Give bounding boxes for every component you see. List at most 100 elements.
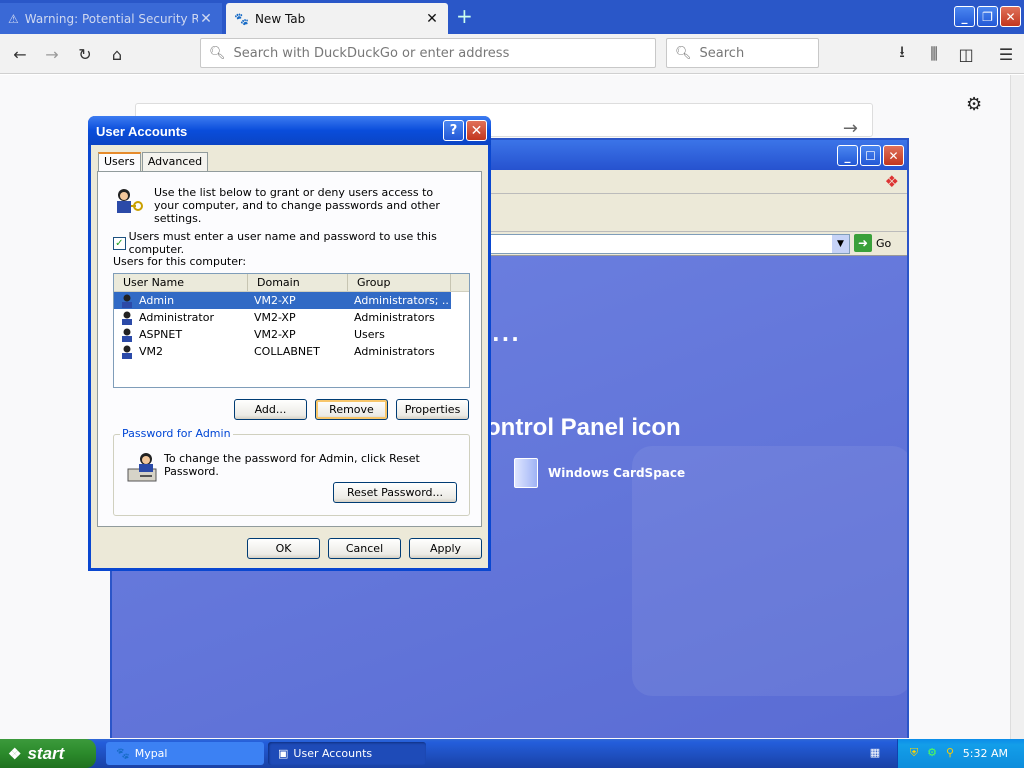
user-group: Administrators; ... bbox=[354, 294, 449, 307]
cp-maximize-button[interactable]: ☐ bbox=[860, 145, 881, 166]
search-icon: 🔍︎ bbox=[675, 45, 692, 61]
tab-label: New Tab bbox=[254, 11, 306, 26]
help-button[interactable]: ? bbox=[443, 120, 464, 141]
mypal-icon: 🐾 bbox=[116, 747, 130, 760]
col-user-name[interactable]: User Name bbox=[114, 274, 248, 291]
close-button[interactable]: ✕ bbox=[466, 120, 487, 141]
windows-logo-icon: ❖ bbox=[884, 172, 899, 191]
add-user-button[interactable]: Add... bbox=[234, 399, 307, 420]
go-arrow-icon: ➜ bbox=[854, 234, 872, 252]
user-accounts-dialog: User Accounts ? ✕ Users Advanced Use the… bbox=[88, 116, 491, 571]
minimize-button[interactable]: _ bbox=[954, 6, 975, 27]
user-group: Administrators bbox=[354, 311, 435, 324]
system-tray: ⛨ ⚙ ⚲ 5:32 AM bbox=[897, 739, 1024, 768]
user-domain: COLLABNET bbox=[254, 345, 320, 358]
user-icon bbox=[119, 311, 135, 325]
close-tab-icon[interactable]: ✕ bbox=[424, 11, 440, 27]
users-list[interactable]: User Name Domain Group Admin VM2-XP Admi… bbox=[113, 273, 470, 388]
chevron-down-icon[interactable]: ▼ bbox=[832, 235, 849, 253]
user-name: ASPNET bbox=[139, 328, 183, 341]
password-group-label: Password for Admin bbox=[120, 427, 233, 440]
search-bar[interactable]: 🔍︎ Search bbox=[666, 38, 819, 68]
reset-password-button[interactable]: Reset Password... bbox=[333, 482, 457, 503]
go-button[interactable]: ➜ Go bbox=[854, 234, 891, 252]
security-shield-icon[interactable]: ⛨ bbox=[907, 746, 921, 760]
new-tab-button[interactable]: + bbox=[456, 6, 473, 26]
forward-button[interactable]: → bbox=[40, 42, 64, 66]
clock: 5:32 AM bbox=[962, 747, 1008, 760]
cp-category-ellipsis: ... bbox=[492, 322, 521, 346]
dialog-title: User Accounts bbox=[88, 116, 491, 145]
dialog-tabs: Users Advanced bbox=[98, 152, 209, 172]
cp-address-input[interactable]: ▼ bbox=[490, 234, 850, 254]
user-domain: VM2-XP bbox=[254, 311, 296, 324]
menu-icon[interactable]: ☰ bbox=[994, 42, 1018, 66]
list-item[interactable]: Administrator VM2-XP Administrators bbox=[114, 309, 451, 326]
remove-user-button[interactable]: Remove bbox=[315, 399, 388, 420]
close-tab-icon[interactable]: ✕ bbox=[198, 11, 214, 27]
require-login-label: Users must enter a user name and passwor… bbox=[128, 230, 437, 256]
user-name: VM2 bbox=[139, 345, 164, 358]
require-login-checkbox[interactable]: ✓ Users must enter a user name and passw… bbox=[113, 230, 481, 256]
tab-new-tab[interactable]: 🐾 New Tab ✕ bbox=[226, 3, 448, 34]
search-icon[interactable]: ⚲ bbox=[943, 746, 957, 760]
search-placeholder: Search bbox=[699, 45, 745, 61]
restore-button[interactable]: ❐ bbox=[977, 6, 998, 27]
ok-button[interactable]: OK bbox=[247, 538, 320, 559]
go-label: Go bbox=[876, 236, 892, 250]
sidebar-icon[interactable]: ◫ bbox=[954, 42, 978, 66]
cp-minimize-button[interactable]: _ bbox=[837, 145, 858, 166]
cardspace-icon bbox=[514, 458, 538, 488]
back-button[interactable]: ← bbox=[8, 42, 32, 66]
arrow-right-icon[interactable]: → bbox=[843, 118, 858, 139]
user-group: Administrators bbox=[354, 345, 435, 358]
users-list-label: Users for this computer: bbox=[113, 255, 247, 268]
apply-button[interactable]: Apply bbox=[409, 538, 482, 559]
tab-security-warning[interactable]: ⚠ Warning: Potential Security Risk Ah ✕ bbox=[0, 3, 222, 34]
users-icon bbox=[117, 189, 143, 213]
user-icon bbox=[119, 294, 135, 308]
page-scrollbar[interactable] bbox=[1010, 75, 1024, 739]
network-icon[interactable]: ⚙ bbox=[925, 746, 939, 760]
tab-advanced[interactable]: Advanced bbox=[141, 152, 209, 172]
start-button[interactable]: ❖ start bbox=[0, 739, 96, 768]
keyboard-icon[interactable]: ▦ bbox=[868, 746, 882, 760]
taskbar-item-mypal[interactable]: 🐾 Mypal bbox=[106, 742, 264, 765]
taskbar-item-label: Mypal bbox=[134, 747, 168, 760]
cardspace-item[interactable]: Windows CardSpace bbox=[514, 458, 685, 488]
tab-users[interactable]: Users bbox=[98, 152, 141, 172]
windows-logo-icon: ❖ bbox=[8, 745, 22, 763]
list-item[interactable]: VM2 COLLABNET Administrators bbox=[114, 343, 451, 360]
checkbox-box[interactable]: ✓ bbox=[113, 236, 126, 250]
downloads-icon[interactable]: ⭳ bbox=[890, 42, 914, 66]
col-group[interactable]: Group bbox=[348, 274, 451, 291]
taskbar: ❖ start 🐾 Mypal ▣ User Accounts ▦ ⛨ ⚙ ⚲ … bbox=[0, 739, 1024, 768]
url-placeholder: Search with DuckDuckGo or enter address bbox=[233, 45, 510, 61]
properties-button[interactable]: Properties bbox=[396, 399, 469, 420]
user-name: Administrator bbox=[139, 311, 214, 324]
cp-close-button[interactable]: ✕ bbox=[883, 145, 904, 166]
browser-navbar: ← → ↻ ⌂ 🔍︎ Search with DuckDuckGo or ent… bbox=[0, 34, 1024, 74]
reload-button[interactable]: ↻ bbox=[73, 42, 97, 66]
list-item[interactable]: ASPNET VM2-XP Users bbox=[114, 326, 451, 343]
user-group: Users bbox=[354, 328, 385, 341]
home-button[interactable]: ⌂ bbox=[105, 42, 129, 66]
dialog-title-text: User Accounts bbox=[96, 124, 188, 139]
url-bar[interactable]: 🔍︎ Search with DuckDuckGo or enter addre… bbox=[200, 38, 656, 68]
user-name: Admin bbox=[139, 294, 175, 307]
taskbar-item-label: User Accounts bbox=[293, 747, 373, 760]
library-icon[interactable]: ⫼ bbox=[922, 42, 946, 66]
start-label: start bbox=[27, 743, 65, 763]
close-window-button[interactable]: ✕ bbox=[1000, 6, 1021, 27]
cancel-button[interactable]: Cancel bbox=[328, 538, 401, 559]
search-icon: 🔍︎ bbox=[209, 45, 226, 61]
col-domain[interactable]: Domain bbox=[248, 274, 348, 291]
list-item[interactable]: Admin VM2-XP Administrators; ... bbox=[114, 292, 451, 309]
taskbar-item-user-accounts[interactable]: ▣ User Accounts bbox=[268, 742, 426, 765]
browser-tab-strip: ⚠ Warning: Potential Security Risk Ah ✕ … bbox=[0, 0, 1024, 34]
user-icon bbox=[119, 345, 135, 359]
user-computer-icon bbox=[127, 453, 157, 482]
warning-icon: ⚠ bbox=[8, 11, 19, 26]
gear-icon[interactable]: ⚙ bbox=[966, 94, 982, 115]
user-accounts-icon: ▣ bbox=[278, 747, 289, 760]
